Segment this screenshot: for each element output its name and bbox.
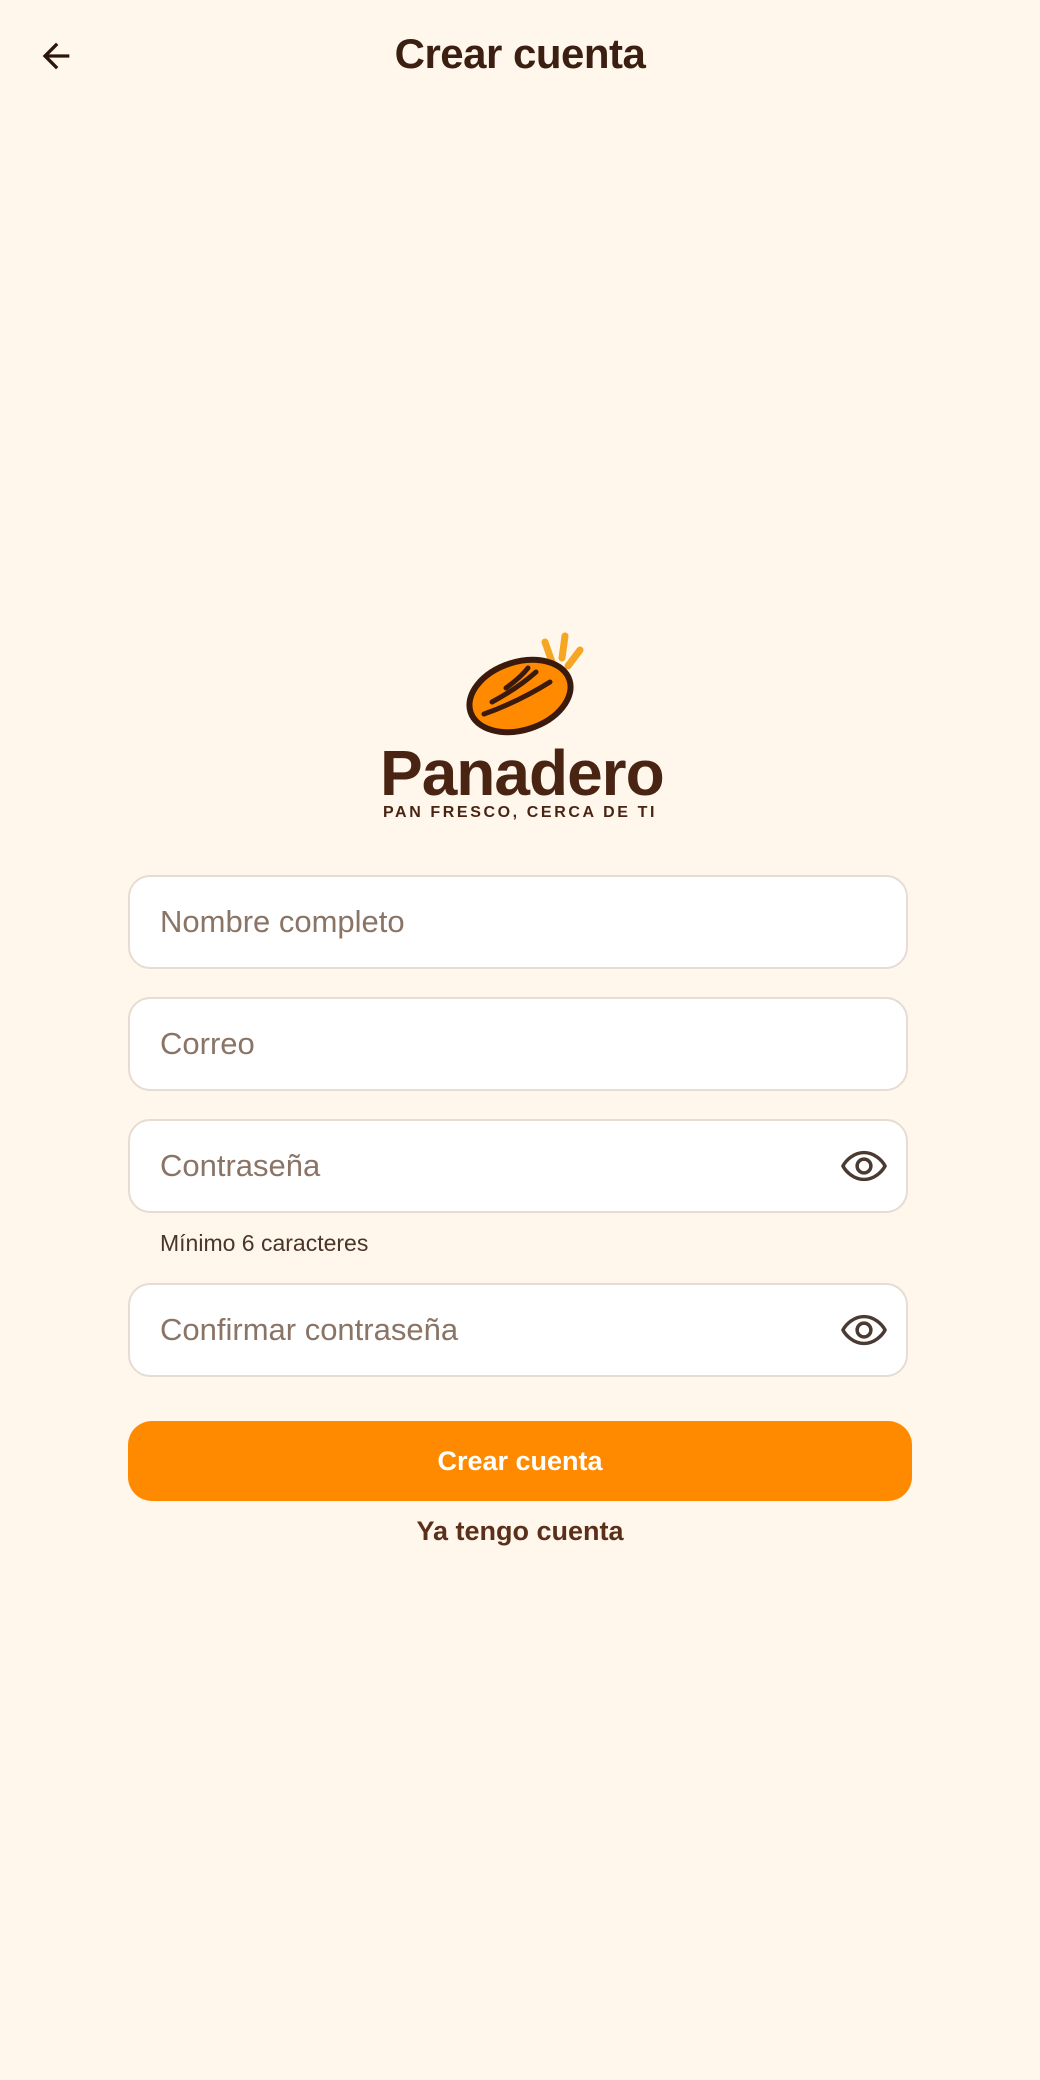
brand-name: Panadero — [380, 737, 665, 809]
have-account-link[interactable]: Ya tengo cuenta — [0, 1516, 1040, 1547]
confirm-password-field[interactable] — [128, 1283, 908, 1377]
page-title: Crear cuenta — [394, 30, 646, 77]
toggle-password-visibility-button[interactable] — [834, 1138, 894, 1194]
toggle-confirm-password-visibility-button[interactable] — [834, 1302, 894, 1358]
password-input[interactable] — [160, 1121, 820, 1211]
create-account-button[interactable]: Crear cuenta — [128, 1421, 912, 1501]
brand-tagline: PAN FRESCO, CERCA DE TI — [382, 804, 658, 821]
bread-icon — [466, 632, 584, 736]
email-field[interactable] — [128, 997, 908, 1091]
password-helper-text: Mínimo 6 caracteres — [160, 1230, 369, 1256]
full-name-input[interactable] — [160, 877, 820, 967]
app-bar: Crear cuenta — [0, 0, 1040, 112]
full-name-field[interactable] — [128, 875, 908, 969]
email-input[interactable] — [160, 999, 820, 1089]
eye-icon — [841, 1150, 887, 1182]
confirm-password-input[interactable] — [160, 1285, 820, 1375]
password-field[interactable] — [128, 1119, 908, 1213]
brand-logo: Panadero PAN FRESCO, CERCA DE TI — [380, 628, 665, 828]
eye-icon — [841, 1314, 887, 1346]
